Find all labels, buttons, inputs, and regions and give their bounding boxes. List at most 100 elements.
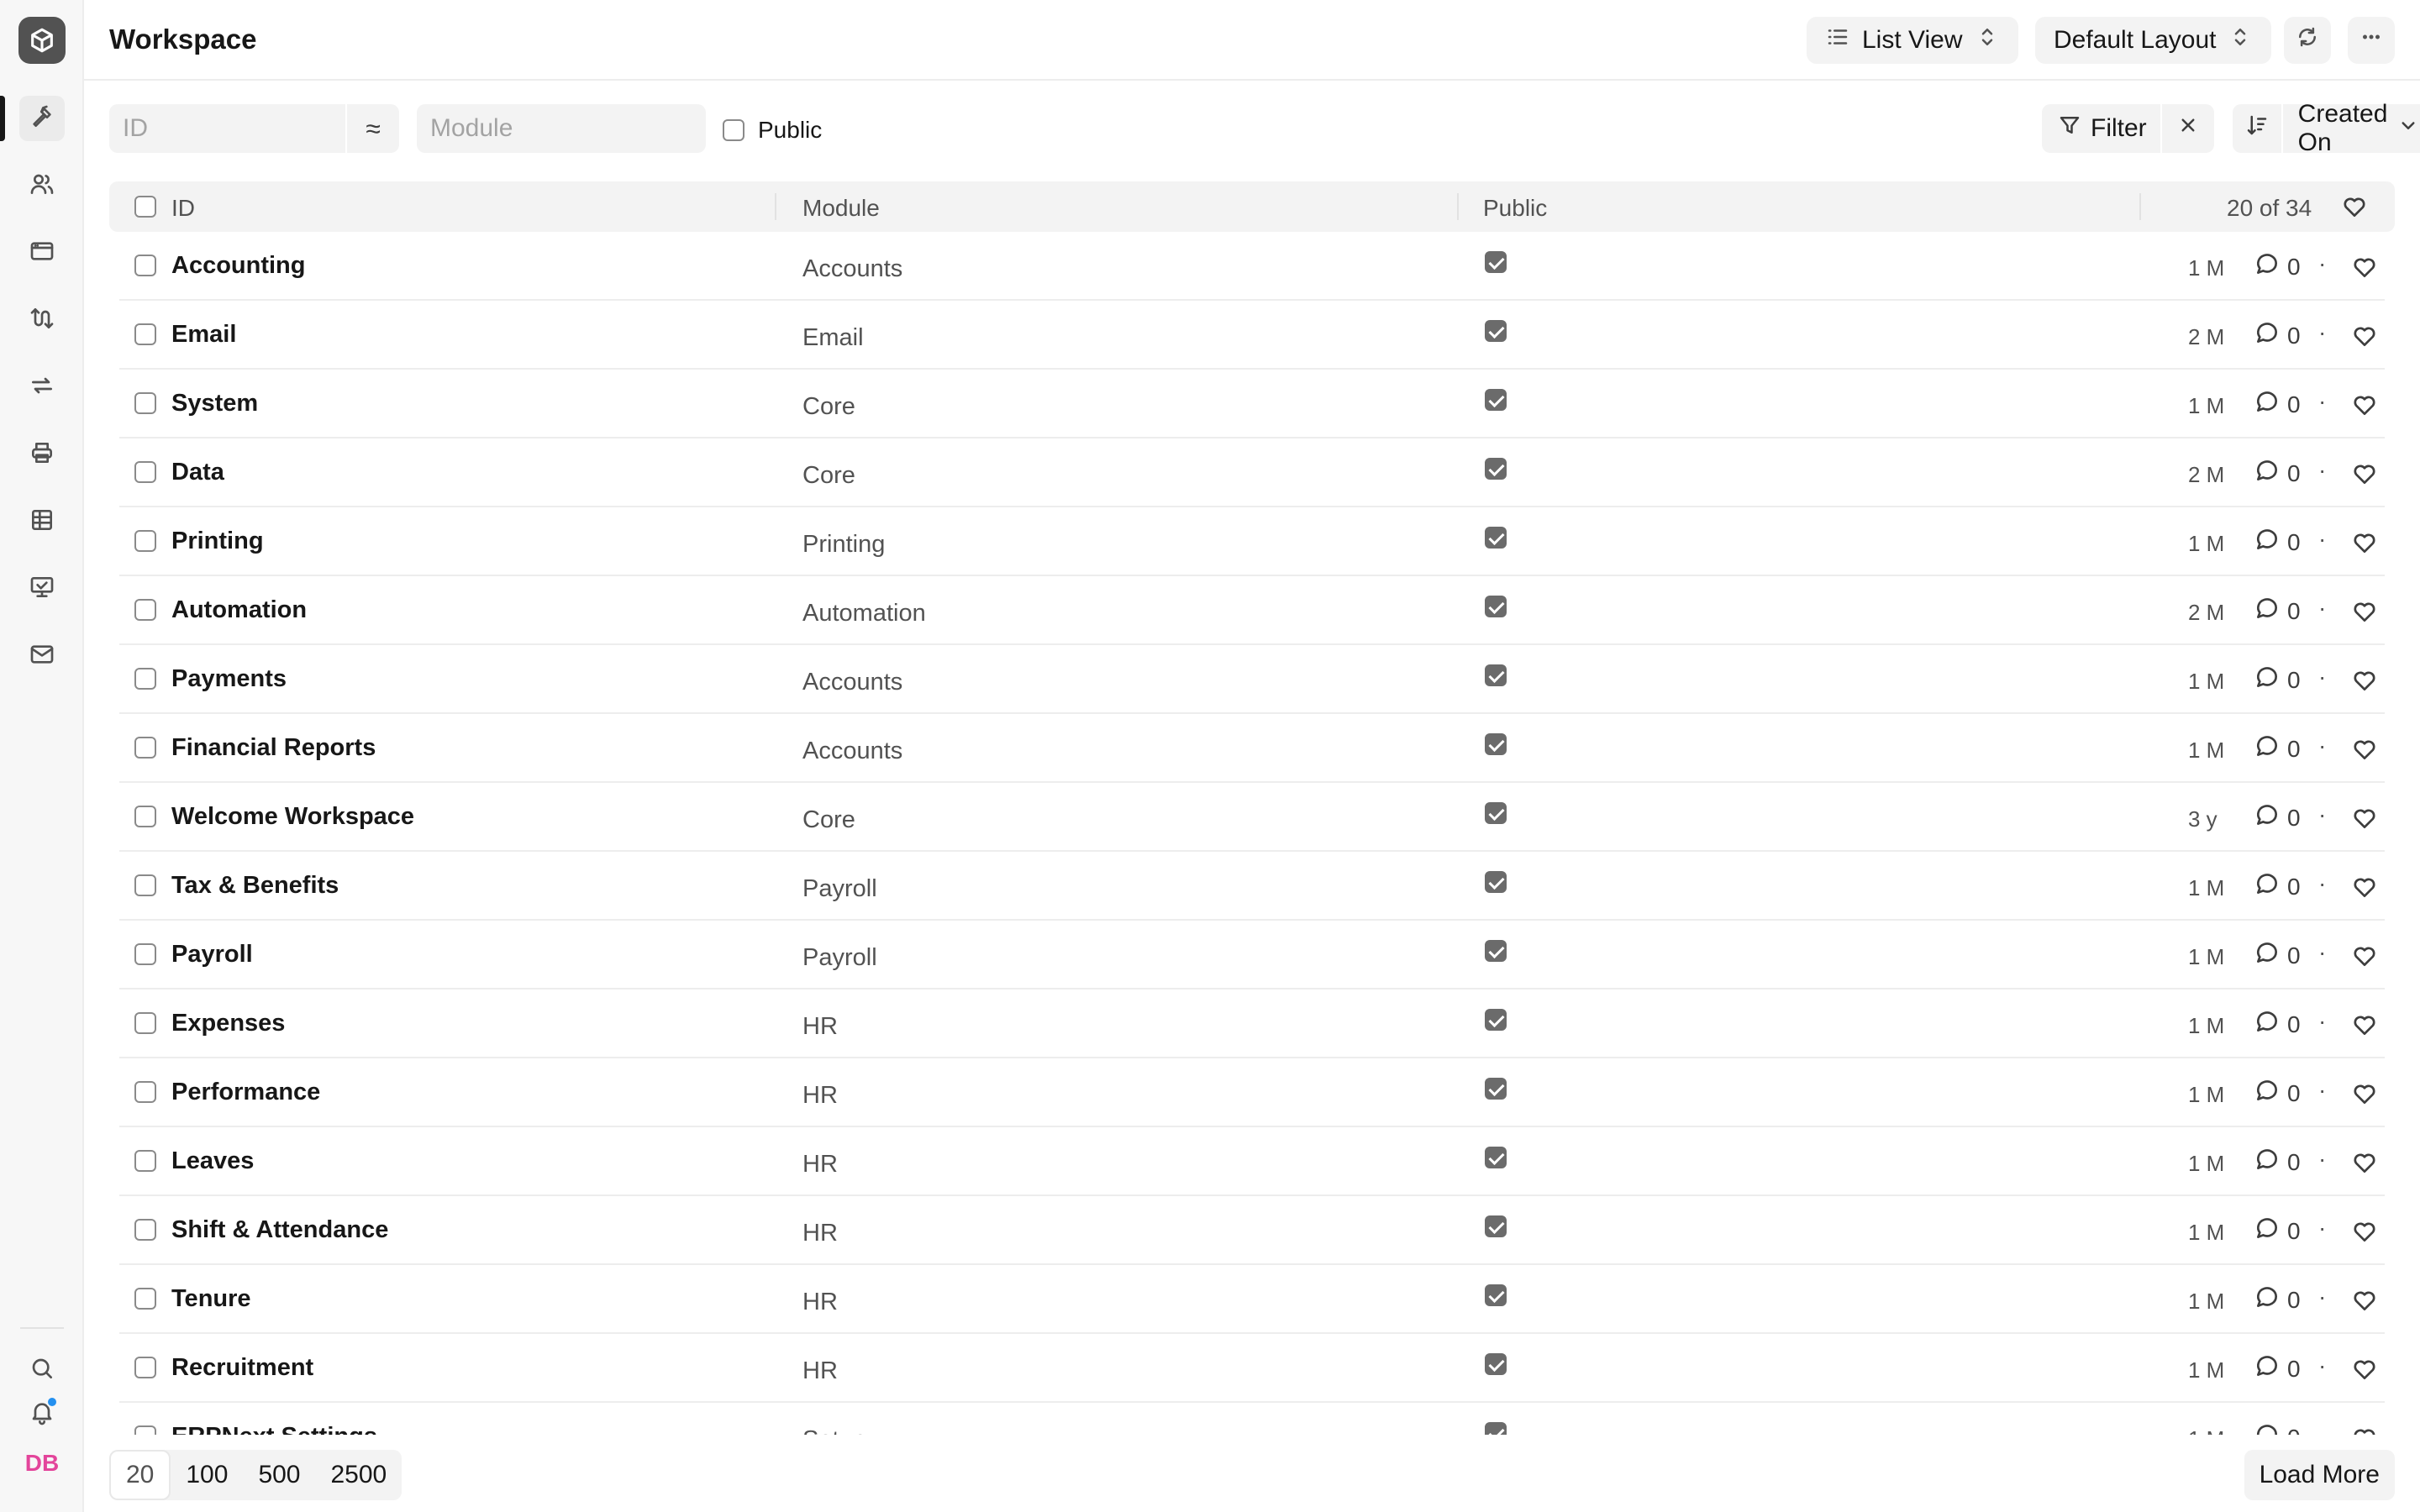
table-row[interactable]: Printing Printing 1 M 0 · — [119, 507, 2385, 576]
table-row[interactable]: Payments Accounts 1 M 0 · — [119, 645, 2385, 714]
row-comment-count[interactable]: 0 — [2254, 595, 2301, 627]
row-id-link[interactable]: Recruitment — [171, 1354, 313, 1382]
row-comment-count[interactable]: 0 — [2254, 388, 2301, 421]
heart-icon[interactable] — [2351, 667, 2378, 698]
row-comment-count[interactable]: 0 — [2254, 1077, 2301, 1110]
heart-icon[interactable] — [2341, 193, 2368, 226]
table-row[interactable]: Automation Automation 2 M 0 · — [119, 576, 2385, 645]
row-select-checkbox[interactable] — [134, 1150, 156, 1172]
id-filter-input[interactable] — [109, 104, 345, 153]
table-row[interactable]: Leaves HR 1 M 0 · — [119, 1127, 2385, 1196]
column-header-id[interactable]: ID — [171, 195, 195, 222]
approx-match-toggle[interactable]: ≈ — [345, 104, 399, 153]
heart-icon[interactable] — [2351, 1218, 2378, 1249]
layout-switcher-button[interactable]: Default Layout — [2035, 17, 2272, 64]
load-more-button[interactable]: Load More — [2244, 1450, 2395, 1500]
row-select-checkbox[interactable] — [134, 1012, 156, 1034]
sort-field-button[interactable]: Created On — [2281, 100, 2420, 156]
row-id-link[interactable]: Performance — [171, 1079, 320, 1106]
row-select-checkbox[interactable] — [134, 1357, 156, 1378]
sidebar-search-button[interactable] — [19, 1347, 65, 1393]
row-id-link[interactable]: Email — [171, 321, 236, 349]
row-id-link[interactable]: Payroll — [171, 941, 253, 969]
sidebar-item-automation[interactable] — [19, 365, 65, 410]
row-id-link[interactable]: ERPNext Settings — [171, 1423, 377, 1435]
table-row[interactable]: ERPNext Settings Setup 1 M 0 · — [119, 1403, 2385, 1435]
heart-icon[interactable] — [2351, 460, 2378, 491]
table-row[interactable]: Payroll Payroll 1 M 0 · — [119, 921, 2385, 990]
row-id-link[interactable]: Printing — [171, 528, 264, 555]
heart-icon[interactable] — [2351, 1149, 2378, 1180]
module-filter-input[interactable] — [417, 104, 706, 153]
row-id-link[interactable]: Data — [171, 459, 224, 486]
row-comment-count[interactable]: 0 — [2254, 939, 2301, 972]
heart-icon[interactable] — [2351, 598, 2378, 629]
sidebar-item-integrations[interactable] — [19, 297, 65, 343]
row-select-checkbox[interactable] — [134, 1425, 156, 1435]
filter-button[interactable]: Filter — [2042, 104, 2160, 153]
sidebar-item-data[interactable] — [19, 499, 65, 544]
table-row[interactable]: Expenses HR 1 M 0 · — [119, 990, 2385, 1058]
row-id-link[interactable]: Welcome Workspace — [171, 803, 414, 831]
view-switcher-button[interactable]: List View — [1807, 17, 2018, 64]
row-select-checkbox[interactable] — [134, 392, 156, 414]
row-id-link[interactable]: Leaves — [171, 1147, 254, 1175]
table-row[interactable]: Financial Reports Accounts 1 M 0 · — [119, 714, 2385, 783]
row-select-checkbox[interactable] — [134, 1081, 156, 1103]
row-select-checkbox[interactable] — [134, 599, 156, 621]
row-id-link[interactable]: Shift & Attendance — [171, 1216, 388, 1244]
row-select-checkbox[interactable] — [134, 943, 156, 965]
row-comment-count[interactable]: 0 — [2254, 526, 2301, 559]
sidebar-item-desk[interactable] — [19, 566, 65, 612]
heart-icon[interactable] — [2351, 1425, 2378, 1435]
heart-icon[interactable] — [2351, 805, 2378, 836]
row-comment-count[interactable]: 0 — [2254, 664, 2301, 696]
public-filter[interactable]: Public — [723, 117, 822, 144]
row-comment-count[interactable]: 0 — [2254, 1146, 2301, 1179]
row-comment-count[interactable]: 0 — [2254, 250, 2301, 283]
row-id-link[interactable]: Accounting — [171, 252, 306, 280]
row-select-checkbox[interactable] — [134, 255, 156, 276]
page-size-option[interactable]: 100 — [171, 1450, 243, 1500]
row-select-checkbox[interactable] — [134, 323, 156, 345]
refresh-button[interactable] — [2284, 17, 2331, 64]
table-row[interactable]: Tax & Benefits Payroll 1 M 0 · — [119, 852, 2385, 921]
heart-icon[interactable] — [2351, 942, 2378, 974]
row-select-checkbox[interactable] — [134, 1288, 156, 1310]
avatar[interactable]: DB — [20, 1450, 64, 1477]
row-id-link[interactable]: Tax & Benefits — [171, 872, 339, 900]
row-comment-count[interactable]: 0 — [2254, 1421, 2301, 1435]
sidebar-notifications-button[interactable] — [19, 1391, 65, 1436]
page-size-option[interactable]: 20 — [109, 1450, 171, 1500]
app-logo-icon[interactable] — [18, 17, 66, 64]
sidebar-item-users[interactable] — [19, 163, 65, 208]
row-comment-count[interactable]: 0 — [2254, 732, 2301, 765]
row-comment-count[interactable]: 0 — [2254, 870, 2301, 903]
select-all-checkbox[interactable] — [134, 196, 156, 218]
table-row[interactable]: Performance HR 1 M 0 · — [119, 1058, 2385, 1127]
row-id-link[interactable]: Expenses — [171, 1010, 285, 1037]
heart-icon[interactable] — [2351, 529, 2378, 560]
row-comment-count[interactable]: 0 — [2254, 1284, 2301, 1316]
column-header-module[interactable]: Module — [802, 195, 880, 222]
row-comment-count[interactable]: 0 — [2254, 1352, 2301, 1385]
row-id-link[interactable]: Automation — [171, 596, 307, 624]
clear-filter-button[interactable] — [2160, 104, 2214, 153]
table-row[interactable]: Tenure HR 1 M 0 · — [119, 1265, 2385, 1334]
row-comment-count[interactable]: 0 — [2254, 1008, 2301, 1041]
row-select-checkbox[interactable] — [134, 668, 156, 690]
heart-icon[interactable] — [2351, 1356, 2378, 1387]
table-row[interactable]: Email Email 2 M 0 · — [119, 301, 2385, 370]
column-header-public[interactable]: Public — [1483, 195, 1547, 222]
row-id-link[interactable]: System — [171, 390, 258, 417]
heart-icon[interactable] — [2351, 1011, 2378, 1042]
row-select-checkbox[interactable] — [134, 530, 156, 552]
table-row[interactable]: Data Core 2 M 0 · — [119, 438, 2385, 507]
table-row[interactable]: System Core 1 M 0 · — [119, 370, 2385, 438]
row-id-link[interactable]: Payments — [171, 665, 287, 693]
row-select-checkbox[interactable] — [134, 806, 156, 827]
public-filter-checkbox[interactable] — [723, 119, 744, 141]
row-comment-count[interactable]: 0 — [2254, 1215, 2301, 1247]
sidebar-item-printing[interactable] — [19, 432, 65, 477]
table-row[interactable]: Shift & Attendance HR 1 M 0 · — [119, 1196, 2385, 1265]
